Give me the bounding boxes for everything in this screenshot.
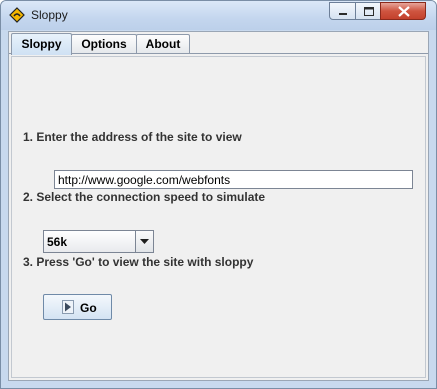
play-icon [62, 300, 74, 314]
url-input[interactable] [54, 170, 413, 189]
minimize-icon [339, 13, 347, 15]
tab-options[interactable]: Options [71, 34, 137, 54]
window-title: Sloppy [31, 8, 68, 22]
app-window: Sloppy Sloppy Options About 1. Enter the… [0, 0, 437, 389]
step1-label: 1. Enter the address of the site to view [23, 130, 242, 144]
close-icon [398, 6, 410, 17]
tab-sloppy[interactable]: Sloppy [11, 33, 72, 55]
title-bar[interactable]: Sloppy [1, 1, 436, 30]
go-button[interactable]: Go [43, 294, 112, 320]
maximize-icon [364, 7, 374, 16]
go-label: Go [80, 301, 97, 315]
close-button[interactable] [380, 2, 426, 20]
tab-panel-sloppy: 1. Enter the address of the site to view… [9, 53, 428, 380]
speed-selected-value: 56k [47, 235, 68, 249]
maximize-button[interactable] [355, 2, 381, 20]
speed-select[interactable]: 56k [43, 230, 154, 253]
tab-about[interactable]: About [136, 34, 190, 54]
dropdown-button[interactable] [135, 231, 153, 252]
minimize-button[interactable] [329, 2, 356, 20]
panel-border [11, 56, 426, 378]
step3-label: 3. Press 'Go' to view the site with slop… [23, 255, 254, 269]
step2-label: 2. Select the connection speed to simula… [23, 190, 266, 204]
sloppy-road-sign-icon [9, 7, 25, 23]
client-area: Sloppy Options About 1. Enter the addres… [8, 31, 429, 381]
chevron-down-icon [140, 239, 149, 244]
